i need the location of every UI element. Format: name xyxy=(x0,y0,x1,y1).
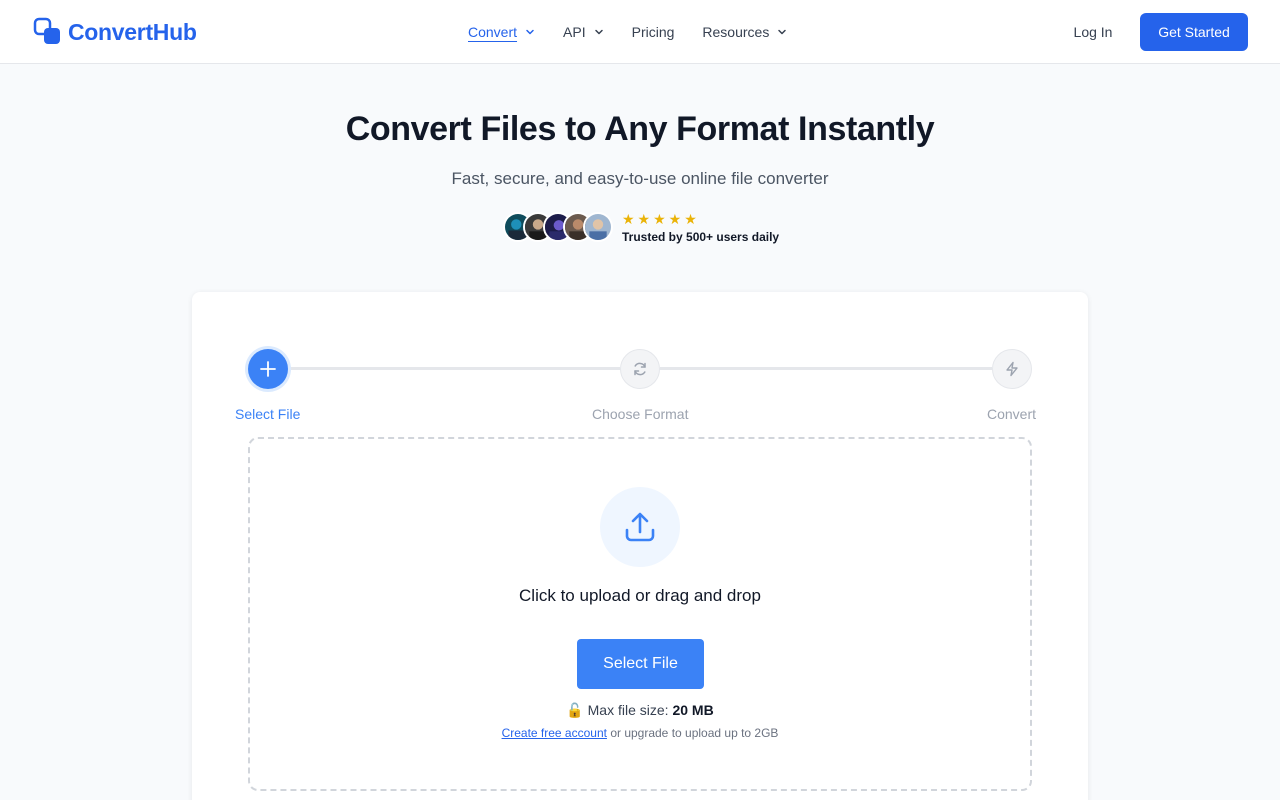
nav-pricing[interactable]: Pricing xyxy=(632,24,675,40)
step-connector xyxy=(288,367,620,370)
trust-text-block: ★★★★★ Trusted by 500+ users daily xyxy=(622,211,779,244)
max-file-size: 🔓 Max file size: 20 MB xyxy=(0,702,1280,719)
step-label-convert: Convert xyxy=(987,406,1037,422)
plus-icon xyxy=(260,361,276,377)
step-label-choose-format: Choose Format xyxy=(592,406,689,422)
rating-stars: ★★★★★ xyxy=(622,210,700,227)
main-nav: Convert API Pricing Resources xyxy=(468,0,815,64)
nav-api-label: API xyxy=(563,24,586,40)
nav-resources[interactable]: Resources xyxy=(702,24,787,40)
step-convert[interactable] xyxy=(992,349,1032,389)
nav-pricing-label: Pricing xyxy=(631,24,675,40)
unlock-icon: 🔓 xyxy=(566,702,584,718)
step-connector xyxy=(660,367,992,370)
max-size-value: 20 MB xyxy=(672,702,714,718)
lightning-icon xyxy=(1006,361,1018,377)
chevron-down-icon xyxy=(778,29,787,35)
step-select-file[interactable] xyxy=(248,349,288,389)
page-subtitle: Fast, secure, and easy-to-use online fil… xyxy=(451,169,829,188)
page-title: Convert Files to Any Format Instantly xyxy=(345,110,935,148)
chevron-down-icon xyxy=(594,29,603,35)
nav-api[interactable]: API xyxy=(563,24,604,40)
avatar-group xyxy=(503,212,613,242)
step-label-select-file: Select File xyxy=(235,406,301,422)
create-account-link[interactable]: Create free account xyxy=(502,726,607,740)
get-started-button[interactable]: Get Started xyxy=(1140,13,1248,51)
upload-icon xyxy=(625,512,655,542)
max-size-label: Max file size: xyxy=(587,702,669,718)
select-file-button[interactable]: Select File xyxy=(577,639,704,689)
site-header: ConvertHub Convert API Pricing Resources… xyxy=(0,0,1280,64)
brand-name: ConvertHub xyxy=(68,18,197,45)
step-choose-format[interactable] xyxy=(620,349,660,389)
convert-logo-icon xyxy=(33,17,60,44)
upload-prompt: Click to upload or drag and drop xyxy=(519,586,761,605)
trust-label: Trusted by 500+ users daily xyxy=(622,229,780,244)
avatar xyxy=(583,212,613,242)
upgrade-text: or upgrade to upload up to 2GB xyxy=(610,726,779,740)
upgrade-note: Create free account or upgrade to upload… xyxy=(0,726,1280,740)
nav-resources-label: Resources xyxy=(702,24,770,40)
nav-convert[interactable]: Convert xyxy=(468,24,535,40)
logo[interactable]: ConvertHub xyxy=(33,17,197,47)
refresh-icon xyxy=(634,362,646,376)
upload-icon-wrap[interactable] xyxy=(600,487,680,567)
trust-badge: ★★★★★ Trusted by 500+ users daily xyxy=(503,211,779,244)
chevron-down-icon xyxy=(526,29,534,35)
nav-convert-label: Convert xyxy=(468,24,518,40)
login-link[interactable]: Log In xyxy=(1060,13,1126,51)
